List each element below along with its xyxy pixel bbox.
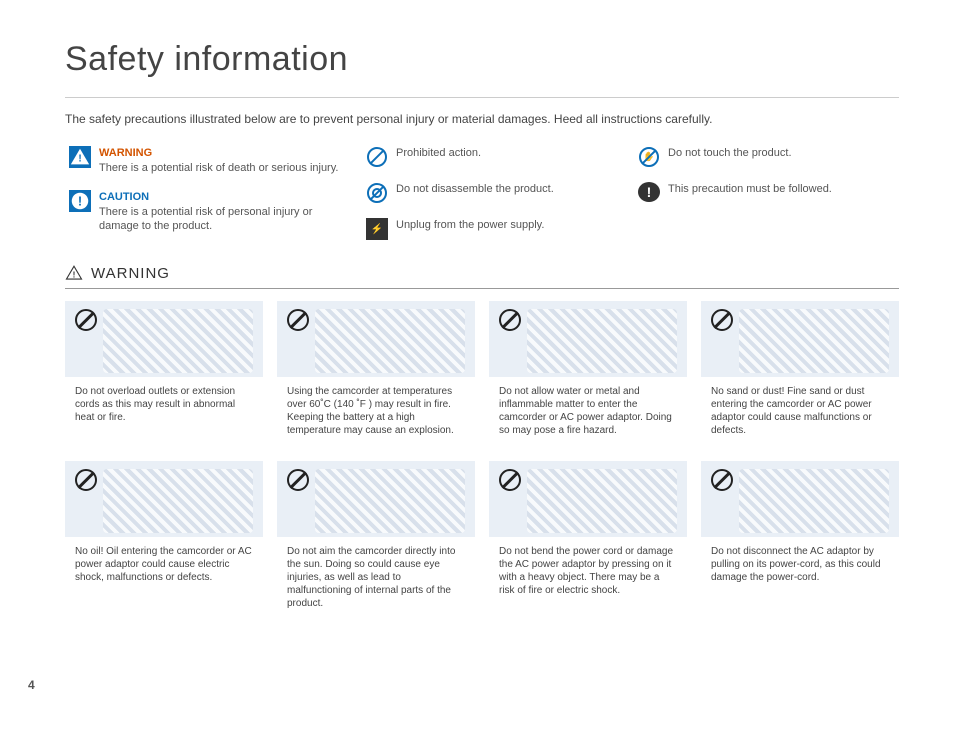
illustration [103,309,253,373]
card-text: Do not aim the camcorder directly into t… [277,537,475,620]
prohibit-icon [75,469,97,491]
caution-icon: ! [69,190,91,212]
disassemble-icon [366,182,388,204]
page-number: 4 [28,678,35,692]
warning-card: No sand or dust! Fine sand or dust enter… [701,301,899,447]
caution-heading: CAUTION [99,190,354,205]
caution-body: There is a potential risk of personal in… [99,205,354,235]
disassemble-text: Do not disassemble the product. [396,182,626,197]
warning-card: Do not allow water or metal and inflamma… [489,301,687,447]
legend-touch: Do not touch the product. [638,146,878,168]
warning-card: Do not aim the camcorder directly into t… [277,461,475,620]
warning-card: No oil! Oil entering the camcorder or AC… [65,461,263,620]
warning-card: Do not overload outlets or extension cor… [65,301,263,447]
unplug-icon: ⚡ [366,218,388,240]
prohibit-icon [499,309,521,331]
legend-caution: ! CAUTION There is a potential risk of p… [69,190,354,235]
prohibit-icon [711,309,733,331]
card-text: Do not allow water or metal and inflamma… [489,377,687,447]
prohibit-icon [287,309,309,331]
illustration [527,469,677,533]
illustration [315,309,465,373]
prohibit-icon [287,469,309,491]
prohibit-icon [499,469,521,491]
legend-warning: ! WARNING There is a potential risk of d… [69,146,354,176]
legend-unplug: ⚡ Unplug from the power supply. [366,218,626,240]
warning-section-header: ! WARNING [65,264,899,282]
card-text: No sand or dust! Fine sand or dust enter… [701,377,899,447]
warning-card: Using the camcorder at temperatures over… [277,301,475,447]
prohibit-icon [75,309,97,331]
illustration [103,469,253,533]
unplug-text: Unplug from the power supply. [396,218,626,233]
no-touch-icon [638,146,660,168]
svg-text:!: ! [73,271,76,280]
page-title: Safety information [65,40,899,79]
prohibit-icon [711,469,733,491]
svg-text:!: ! [78,154,81,165]
legend-prohibited: Prohibited action. [366,146,626,168]
card-text: Do not overload outlets or extension cor… [65,377,263,447]
prohibited-icon [366,146,388,168]
card-text: Using the camcorder at temperatures over… [277,377,475,447]
card-text: No oil! Oil entering the camcorder or AC… [65,537,263,620]
warning-triangle-icon: ! [65,264,83,282]
card-text: Do not bend the power cord or damage the… [489,537,687,620]
illustration [527,309,677,373]
illustration [739,469,889,533]
legend-disassemble: Do not disassemble the product. [366,182,626,204]
touch-text: Do not touch the product. [668,146,878,161]
warning-icon: ! [69,146,91,168]
legend-block: ! WARNING There is a potential risk of d… [65,146,899,240]
intro-text: The safety precautions illustrated below… [65,112,899,126]
warning-card: Do not disconnect the AC adaptor by pull… [701,461,899,620]
section-rule [65,288,899,289]
svg-text:!: ! [78,193,82,208]
illustration [739,309,889,373]
section-heading: WARNING [91,265,170,282]
prohibited-text: Prohibited action. [396,146,626,161]
legend-follow: ! This precaution must be followed. [638,182,878,202]
warning-body: There is a potential risk of death or se… [99,161,354,176]
warning-grid: Do not overload outlets or extension cor… [65,301,899,620]
follow-text: This precaution must be followed. [668,182,878,197]
warning-card: Do not bend the power cord or damage the… [489,461,687,620]
card-text: Do not disconnect the AC adaptor by pull… [701,537,899,620]
title-rule [65,97,899,98]
warning-heading: WARNING [99,146,354,161]
illustration [315,469,465,533]
follow-icon: ! [638,182,660,202]
